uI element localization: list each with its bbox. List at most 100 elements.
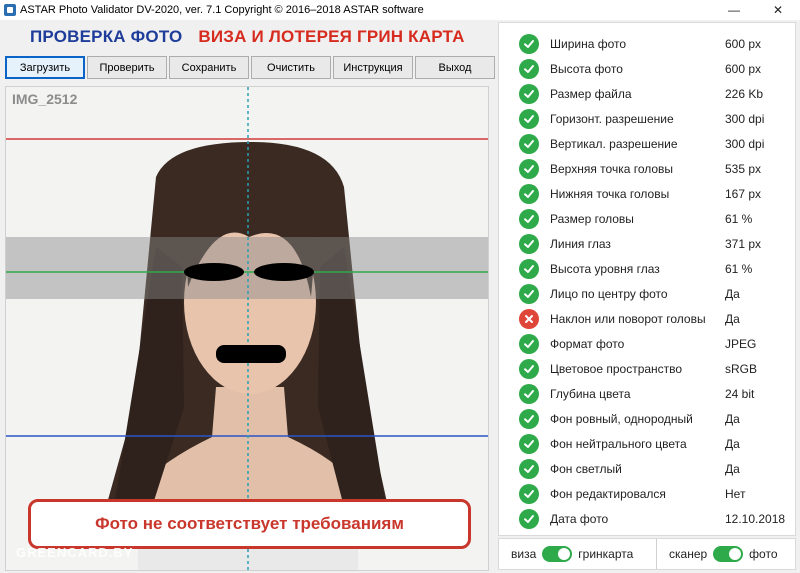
check-icon	[519, 208, 539, 229]
check-row: Фон светлый Да	[499, 456, 795, 481]
check-icon	[519, 408, 539, 429]
check-value: Нет	[725, 486, 746, 501]
mode-toggles: виза гринкарта сканер фото	[498, 538, 796, 570]
check-row: Наклон или поворот головы Да	[499, 306, 795, 331]
check-row: Фон редактировался Нет	[499, 481, 795, 506]
checks-panel: Ширина фото 600 px Высота фото 600 px Размер…	[498, 22, 796, 536]
check-icon	[519, 233, 539, 254]
header-check-photo: ПРОВЕРКА ФОТО	[30, 27, 183, 46]
instructions-button[interactable]: Инструкция	[333, 56, 413, 79]
check-row: Высота фото 600 px	[499, 56, 795, 81]
check-row: Лицо по центру фото Да	[499, 281, 795, 306]
window-title: ASTAR Photo Validator DV-2020, ver. 7.1 …	[20, 4, 424, 16]
title-bar: ASTAR Photo Validator DV-2020, ver. 7.1 …	[0, 0, 800, 20]
check-label: Горизонт. разрешение	[550, 111, 674, 126]
photo-filename: IMG_2512	[12, 91, 78, 107]
check-icon	[519, 483, 539, 504]
check-icon	[519, 333, 539, 354]
check-icon	[519, 508, 539, 529]
check-label: Дата фото	[550, 511, 609, 526]
check-row: Верхняя точка головы 535 px	[499, 156, 795, 181]
check-icon	[519, 183, 539, 204]
check-value: 371 px	[725, 236, 762, 251]
check-icon	[519, 83, 539, 104]
check-row: Размер головы 61 %	[499, 206, 795, 231]
check-value: Да	[725, 436, 740, 451]
check-value: 300 dpi	[725, 136, 765, 151]
check-value: sRGB	[725, 361, 758, 376]
check-label: Цветовое пространство	[550, 361, 683, 376]
check-label: Линия глаз	[550, 236, 611, 251]
check-value: 600 px	[725, 61, 762, 76]
check-icon	[519, 433, 539, 454]
check-label: Фон светлый	[550, 461, 622, 476]
check-label: Высота фото	[550, 61, 623, 76]
fail-icon	[519, 308, 539, 329]
check-icon	[519, 33, 539, 54]
check-label: Ширина фото	[550, 36, 627, 51]
check-row: Фон нейтрального цвета Да	[499, 431, 795, 456]
check-value: 226 Kb	[725, 86, 764, 101]
check-label: Высота уровня глаз	[550, 261, 660, 276]
check-value: Да	[725, 461, 740, 476]
check-icon	[519, 458, 539, 479]
toggle-label-visa: виза	[511, 547, 537, 561]
check-value: 167 px	[725, 186, 762, 201]
visa-mode-group: виза гринкарта	[499, 539, 657, 569]
check-icon	[519, 358, 539, 379]
visa-greencard-toggle[interactable]	[542, 546, 573, 562]
check-label: Глубина цвета	[550, 386, 631, 401]
check-row: Дата фото 12.10.2018	[499, 506, 795, 531]
app-icon	[4, 4, 16, 16]
check-row: Ширина фото 600 px	[499, 31, 795, 56]
check-row: Горизонт. разрешение 300 dpi	[499, 106, 795, 131]
check-value: 24 bit	[725, 386, 755, 401]
check-label: Фон нейтрального цвета	[550, 436, 687, 451]
header-visa-lottery: ВИЗА И ЛОТЕРЕЯ ГРИН КАРТА	[198, 27, 465, 46]
exit-button[interactable]: Выход	[415, 56, 495, 79]
watermark: GREENCARD.BY	[16, 545, 134, 560]
check-row: Формат фото JPEG	[499, 331, 795, 356]
check-value: 12.10.2018	[725, 511, 786, 526]
close-button[interactable]: ✕	[756, 0, 800, 20]
check-label: Верхняя точка головы	[550, 161, 674, 176]
check-value: 600 px	[725, 36, 762, 51]
check-label: Фон редактировался	[550, 486, 666, 501]
check-row: Высота уровня глаз 61 %	[499, 256, 795, 281]
scanner-photo-toggle[interactable]	[713, 546, 744, 562]
header: ПРОВЕРКА ФОТО ВИЗА И ЛОТЕРЕЯ ГРИН КАРТА	[0, 22, 494, 52]
check-row: Нижняя точка головы 167 px	[499, 181, 795, 206]
check-label: Размер файла	[550, 86, 632, 101]
check-icon	[519, 383, 539, 404]
app-window: ASTAR Photo Validator DV-2020, ver. 7.1 …	[0, 0, 800, 573]
toggle-label-photo: фото	[749, 547, 778, 561]
check-label: Вертикал. разрешение	[550, 136, 678, 151]
toolbar: Загрузить Проверить Сохранить Очистить И…	[5, 56, 495, 80]
clear-button[interactable]: Очистить	[251, 56, 331, 79]
check-value: Да	[725, 411, 740, 426]
check-value: 535 px	[725, 161, 762, 176]
toggle-label-scanner: сканер	[669, 547, 708, 561]
check-label: Размер головы	[550, 211, 634, 226]
minimize-button[interactable]: —	[712, 0, 756, 20]
window-controls: — ✕	[712, 0, 800, 20]
save-button[interactable]: Сохранить	[169, 56, 249, 79]
check-row: Линия глаз 371 px	[499, 231, 795, 256]
photo-preview: IMG_2512 Фото не соответствует требовани…	[5, 86, 489, 571]
source-mode-group: сканер фото	[657, 539, 778, 569]
check-row: Размер файла 226 Kb	[499, 81, 795, 106]
check-button[interactable]: Проверить	[87, 56, 167, 79]
check-row: Глубина цвета 24 bit	[499, 381, 795, 406]
check-value: 61 %	[725, 211, 753, 226]
check-icon	[519, 158, 539, 179]
check-icon	[519, 283, 539, 304]
check-label: Нижняя точка головы	[550, 186, 670, 201]
check-label: Формат фото	[550, 336, 625, 351]
check-icon	[519, 58, 539, 79]
load-button[interactable]: Загрузить	[5, 56, 85, 79]
check-icon	[519, 108, 539, 129]
validation-alert: Фото не соответствует требованиям	[28, 499, 471, 549]
check-icon	[519, 133, 539, 154]
check-value: JPEG	[725, 336, 757, 351]
check-row: Цветовое пространство sRGB	[499, 356, 795, 381]
